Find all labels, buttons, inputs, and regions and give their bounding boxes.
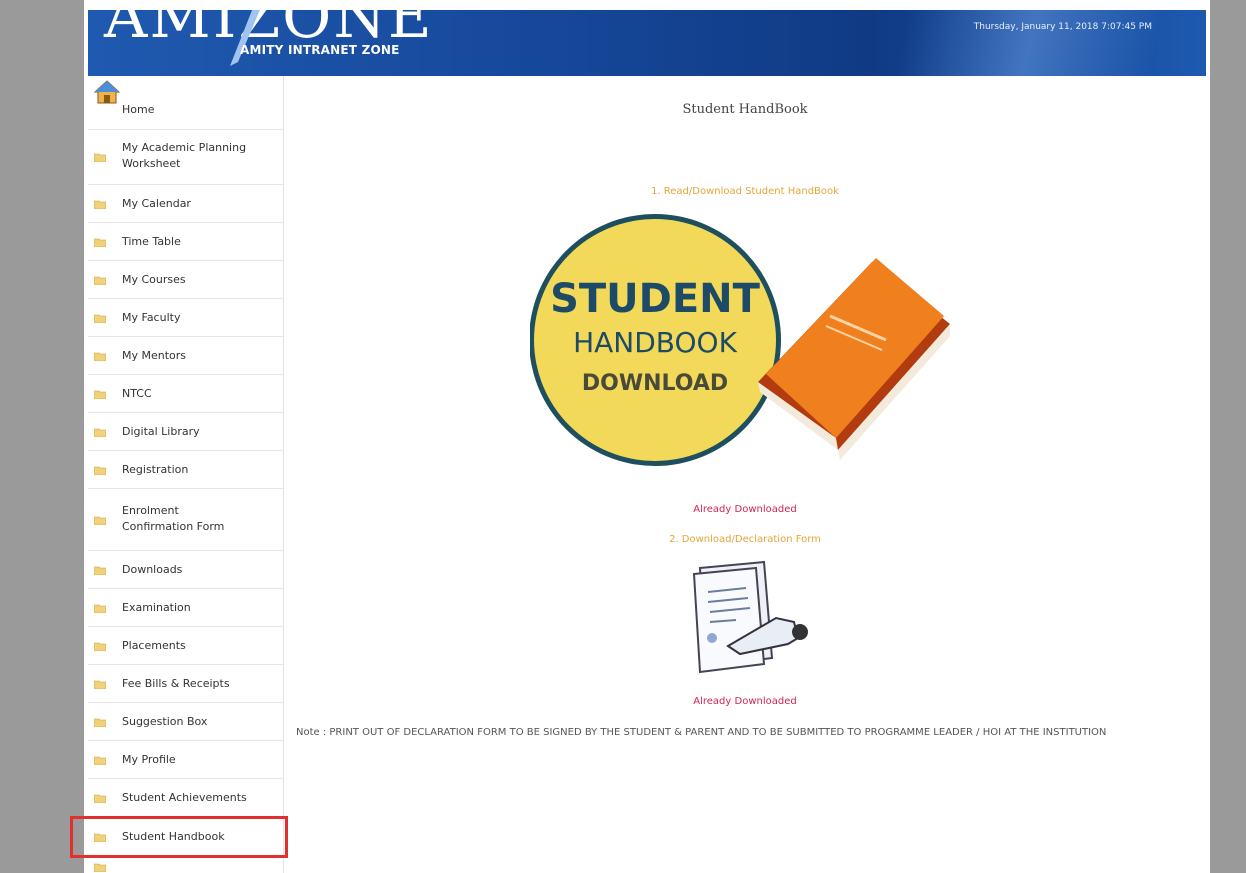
site-subtitle: AMITY INTRANET ZONE [240, 43, 400, 57]
folder-icon [94, 680, 106, 689]
folder-icon [94, 756, 106, 765]
home-icon [94, 80, 120, 104]
read-download-handbook-link[interactable]: 1. Read/Download Student HandBook [284, 186, 1206, 197]
folder-icon [94, 863, 106, 872]
header-decoration [719, 10, 1206, 76]
page-title: Student HandBook [682, 102, 808, 117]
folder-icon [94, 314, 106, 323]
sidebar-item-student-handbook[interactable]: Student Handbook [88, 817, 284, 857]
folder-icon [94, 276, 106, 285]
sidebar-item-label: Time Table [122, 235, 181, 248]
art-student-text: STUDENT [550, 276, 761, 322]
sidebar-item-label: Downloads [122, 563, 183, 576]
sidebar-menu: Home My Academic Planning Worksheet My C… [88, 76, 284, 873]
sidebar-item-my-profile[interactable]: My Profile [88, 741, 284, 779]
sidebar-item-digital-library[interactable]: Digital Library [88, 413, 284, 451]
site-header: AMIZONE AMITY INTRANET ZONE Thursday, Ja… [88, 10, 1206, 76]
sidebar-item-label: Student Handbook [122, 830, 225, 843]
sidebar-item-label: Examination [122, 601, 191, 614]
sidebar-item-label: My Profile [122, 753, 176, 766]
main-content: Student HandBook 1. Read/Download Studen… [284, 76, 1206, 873]
sidebar-item-label: Digital Library [122, 425, 200, 438]
sidebar-item-suggestion-box[interactable]: Suggestion Box [88, 703, 284, 741]
art-download-text: DOWNLOAD [582, 371, 728, 396]
folder-icon [94, 794, 106, 803]
logo-swoosh-icon [230, 10, 260, 66]
sidebar-item-label: Registration [122, 463, 189, 476]
folder-icon [94, 642, 106, 651]
handbook-status: Already Downloaded [693, 504, 797, 515]
student-handbook-download-image[interactable]: STUDENT HANDBOOK DOWNLOAD [530, 212, 970, 472]
folder-icon [94, 352, 106, 361]
folder-icon [94, 238, 106, 247]
folder-icon [94, 604, 106, 613]
declaration-status: Already Downloaded [693, 696, 797, 707]
sidebar-item-label: NTCC [122, 387, 152, 400]
sidebar-item-student-achievements[interactable]: Student Achievements [88, 779, 284, 817]
sidebar-item-label: My Faculty [122, 311, 181, 324]
sidebar-item-home[interactable]: Home [88, 76, 284, 130]
current-datetime: Thursday, January 11, 2018 7:07:45 PM [973, 22, 1152, 32]
sidebar-item-enrolment-confirmation[interactable]: Enrolment Confirmation Form [88, 489, 284, 551]
sidebar-item-label: Placements [122, 639, 186, 652]
folder-icon [94, 153, 106, 162]
declaration-form-image[interactable] [676, 558, 816, 678]
declaration-note: Note : PRINT OUT OF DECLARATION FORM TO … [296, 727, 1107, 738]
folder-icon [94, 428, 106, 437]
folder-icon [94, 390, 106, 399]
sidebar-item-registration[interactable]: Registration [88, 451, 284, 489]
sidebar-item-label: Fee Bills & Receipts [122, 677, 230, 690]
folder-icon [94, 718, 106, 727]
folder-icon [94, 566, 106, 575]
sidebar-item-downloads[interactable]: Downloads [88, 551, 284, 589]
folder-icon [94, 466, 106, 475]
sidebar-item-academic-planning[interactable]: My Academic Planning Worksheet [88, 130, 284, 185]
art-handbook-text: HANDBOOK [573, 326, 738, 359]
page-margin-right [1210, 0, 1246, 873]
sidebar-item-time-table[interactable]: Time Table [88, 223, 284, 261]
sidebar-item-examination[interactable]: Examination [88, 589, 284, 627]
sidebar-item-fee-bills[interactable]: Fee Bills & Receipts [88, 665, 284, 703]
sidebar-item-label: Suggestion Box [122, 715, 208, 728]
sidebar-item-label: My Courses [122, 273, 186, 286]
sidebar-item-label: My Mentors [122, 349, 187, 362]
sidebar-item-label: Home [122, 103, 155, 116]
sidebar-item-partial[interactable] [88, 857, 284, 873]
sidebar-item-ntcc[interactable]: NTCC [88, 375, 284, 413]
page-margin-left [0, 0, 84, 873]
sidebar-item-label: Enrolment Confirmation Form [122, 504, 225, 533]
sidebar-item-my-faculty[interactable]: My Faculty [88, 299, 284, 337]
folder-icon [94, 200, 106, 209]
folder-icon [94, 833, 106, 842]
browser-viewport: AMIZONE AMITY INTRANET ZONE Thursday, Ja… [0, 0, 1246, 873]
declaration-form-link[interactable]: 2. Download/Declaration Form [284, 534, 1206, 545]
sidebar-item-label: Student Achievements [122, 791, 247, 804]
sidebar-item-placements[interactable]: Placements [88, 627, 284, 665]
book-icon [758, 258, 950, 460]
sidebar-item-label: My Calendar [122, 197, 191, 210]
sidebar-item-my-mentors[interactable]: My Mentors [88, 337, 284, 375]
sidebar-item-my-courses[interactable]: My Courses [88, 261, 284, 299]
sidebar-item-label: My Academic Planning Worksheet [122, 141, 247, 170]
amizone-page: AMIZONE AMITY INTRANET ZONE Thursday, Ja… [88, 0, 1206, 873]
folder-icon [94, 516, 106, 525]
sidebar-item-my-calendar[interactable]: My Calendar [88, 185, 284, 223]
